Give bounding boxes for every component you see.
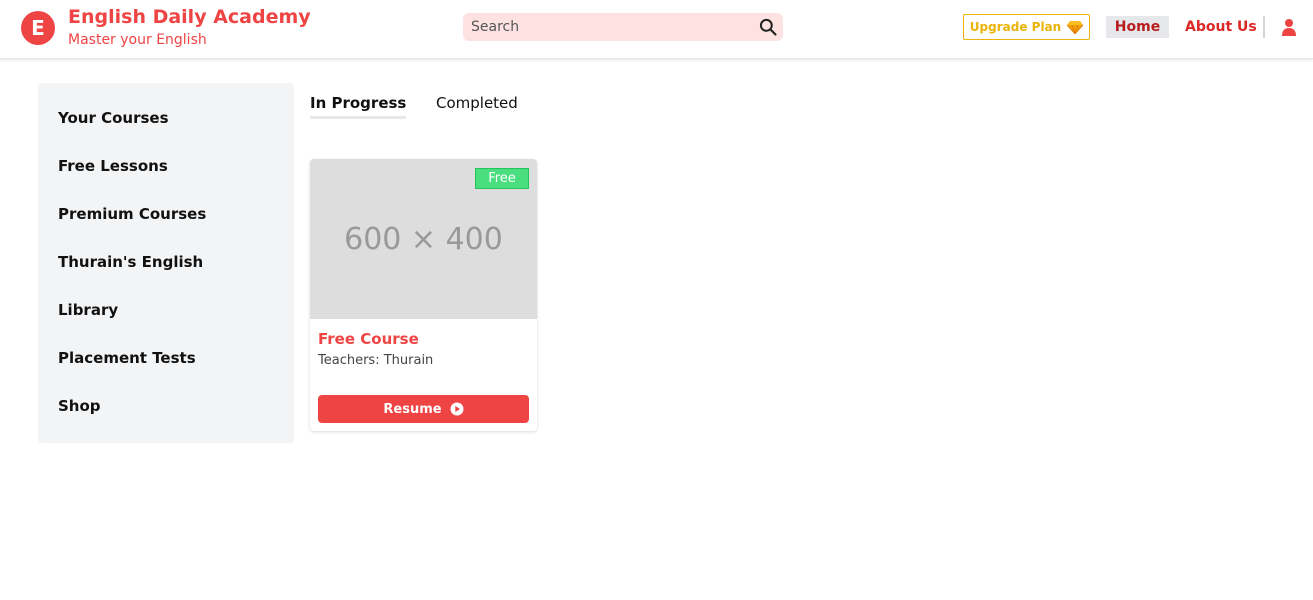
search-bar	[463, 13, 783, 41]
sidebar-item-library[interactable]: Library	[58, 301, 118, 319]
course-card[interactable]: 600 × 400 Free Free Course Teachers: Thu…	[310, 159, 537, 431]
sidebar-item-premium-courses[interactable]: Premium Courses	[58, 205, 206, 223]
tab-completed[interactable]: Completed	[436, 94, 518, 112]
top-header: E English Daily Academy Master your Engl…	[0, 0, 1313, 59]
search-input[interactable]	[463, 13, 748, 41]
resume-button[interactable]: Resume	[318, 395, 529, 423]
upgrade-plan-label: Upgrade Plan	[969, 20, 1062, 34]
sidebar-item-free-lessons[interactable]: Free Lessons	[58, 157, 168, 175]
nav-about-link[interactable]: About Us	[1185, 16, 1257, 38]
upgrade-plan-button[interactable]: Upgrade Plan	[963, 14, 1090, 40]
nav-divider	[1263, 16, 1265, 38]
course-teachers: Teachers: Thurain	[318, 353, 434, 368]
brand-title[interactable]: English Daily Academy	[68, 6, 311, 28]
brand-subtitle: Master your English	[68, 32, 207, 48]
nav-home-link[interactable]: Home	[1106, 16, 1169, 38]
play-circle-icon	[450, 402, 464, 416]
logo[interactable]: E	[21, 11, 55, 45]
sidebar-item-thurains-english[interactable]: Thurain's English	[58, 253, 203, 271]
thumbnail-placeholder-text: 600 × 400	[344, 221, 503, 257]
gem-icon	[1067, 21, 1084, 34]
resume-label: Resume	[383, 401, 442, 417]
tab-in-progress[interactable]: In Progress	[310, 94, 407, 119]
user-icon[interactable]	[1281, 18, 1297, 36]
course-title[interactable]: Free Course	[318, 330, 419, 348]
search-icon[interactable]	[758, 17, 778, 37]
sidebar-item-your-courses[interactable]: Your Courses	[58, 109, 169, 127]
sidebar: Your Courses Free Lessons Premium Course…	[38, 83, 294, 443]
sidebar-item-shop[interactable]: Shop	[58, 397, 101, 415]
free-badge: Free	[475, 168, 529, 189]
sidebar-item-placement-tests[interactable]: Placement Tests	[58, 349, 196, 367]
